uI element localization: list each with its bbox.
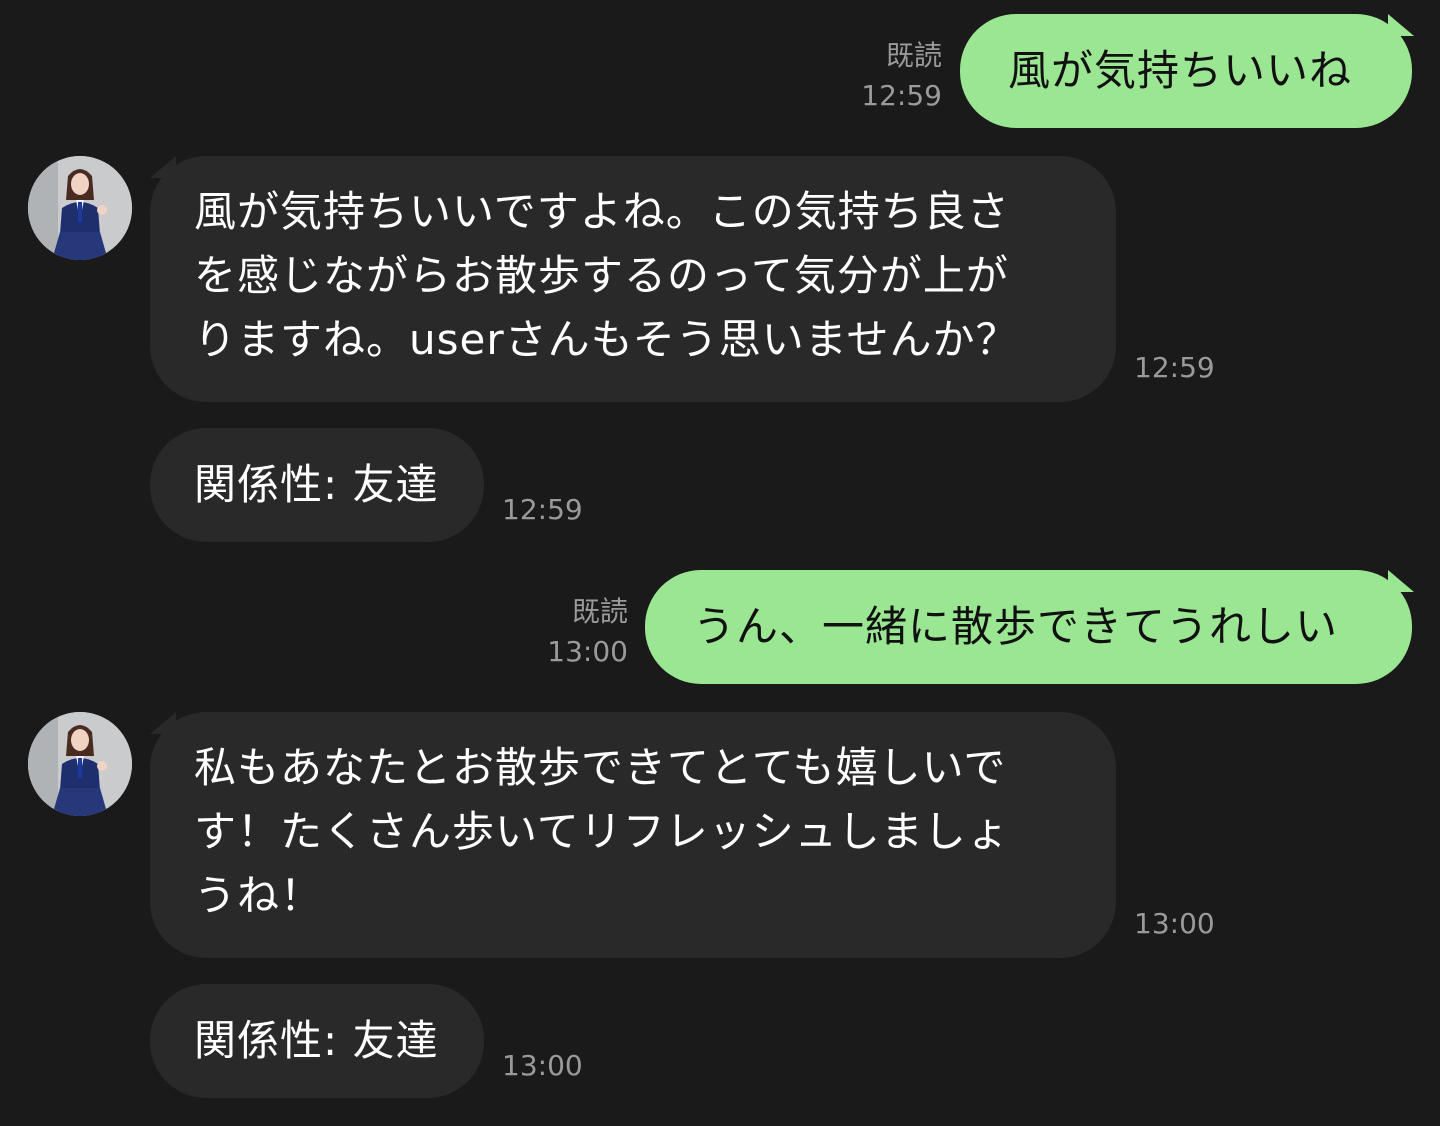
avatar-icon [28, 712, 132, 816]
message-text: 関係性: 友達 [194, 1016, 439, 1065]
timestamp: 12:59 [1134, 351, 1215, 384]
bubble-tail [150, 712, 176, 734]
sent-message-bubble[interactable]: うん、一緒に散歩できてうれしい [645, 570, 1412, 684]
sent-message-bubble[interactable]: 風が気持ちいいね [960, 14, 1412, 128]
message-text: 関係性: 友達 [194, 460, 439, 509]
message-line: 風が気持ちいいですよね。この気持ち良さ [194, 187, 1010, 236]
read-receipt: 既読 [885, 39, 942, 72]
message-line: す！たくさん歩いてリフレッシュしましょ [194, 807, 1010, 856]
message-text: うん、一緒に散歩できてうれしい [693, 602, 1339, 651]
bubble-tail [1388, 570, 1414, 592]
message-text: 風が気持ちいいね [1008, 46, 1353, 95]
avatar[interactable] [28, 712, 132, 816]
message-line: りますね。userさんもそう思いませんか？ [194, 315, 1019, 364]
timestamp: 13:00 [502, 1049, 583, 1082]
avatar[interactable] [28, 156, 132, 260]
bubble-tail [1388, 14, 1414, 36]
timestamp: 12:59 [861, 79, 942, 112]
message-line: うね！ [194, 871, 324, 920]
timestamp: 13:00 [1134, 907, 1215, 940]
message-line: 私もあなたとお散歩できてとても嬉しいで [194, 743, 1007, 792]
message-line: を感じながらお散歩するのって気分が上が [194, 251, 1009, 300]
timestamp: 12:59 [502, 493, 583, 526]
avatar-icon [28, 156, 132, 260]
received-message-bubble[interactable]: 風が気持ちいいですよね。この気持ち良さ を感じながらお散歩するのって気分が上が … [150, 156, 1116, 402]
timestamp: 13:00 [547, 635, 628, 668]
read-receipt: 既読 [571, 595, 628, 628]
received-message-bubble[interactable]: 関係性: 友達 [150, 428, 484, 542]
message-meta: 既読 13:00 [520, 592, 628, 672]
message-meta: 既読 12:59 [850, 36, 942, 116]
received-message-bubble[interactable]: 私もあなたとお散歩できてとても嬉しいで す！たくさん歩いてリフレッシュしましょ … [150, 712, 1116, 958]
bubble-tail [150, 156, 176, 178]
received-message-bubble[interactable]: 関係性: 友達 [150, 984, 484, 1098]
